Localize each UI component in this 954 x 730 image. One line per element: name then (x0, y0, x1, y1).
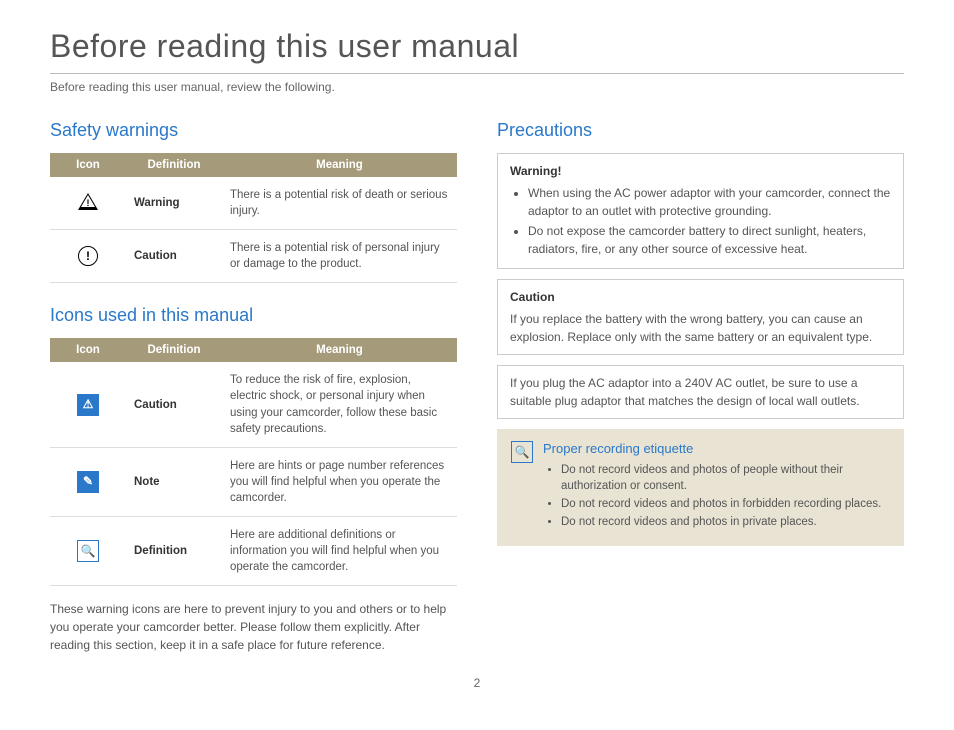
etiquette-list: Do not record videos and photos of peopl… (543, 462, 890, 530)
table-row: ⚠ Caution To reduce the risk of fire, ex… (50, 362, 457, 447)
warning-list: When using the AC power adaptor with you… (510, 184, 891, 258)
safety-heading: Safety warnings (50, 120, 457, 141)
safety-def-0: Warning (126, 177, 222, 230)
icons-meaning-0: To reduce the risk of fire, explosion, e… (222, 362, 457, 447)
icons-th-def: Definition (126, 338, 222, 362)
caution-box: Caution If you replace the battery with … (497, 279, 904, 355)
icons-def-2: Definition (126, 517, 222, 586)
icons-th-meaning: Meaning (222, 338, 457, 362)
intro-text: Before reading this user manual, review … (50, 80, 904, 94)
icons-th-icon: Icon (50, 338, 126, 362)
page: Before reading this user manual Before r… (0, 0, 954, 700)
warning-item-1: Do not expose the camcorder battery to d… (528, 222, 891, 258)
caution-blue-icon-cell: ⚠ (50, 362, 126, 447)
safety-th-meaning: Meaning (222, 153, 457, 177)
icons-table: Icon Definition Meaning ⚠ Caution To red… (50, 338, 457, 586)
note-icon-cell: ✎ (50, 447, 126, 516)
right-column: Precautions Warning! When using the AC p… (497, 120, 904, 654)
etiquette-item-2: Do not record videos and photos in priva… (561, 514, 890, 530)
note-icon: ✎ (77, 471, 99, 493)
icons-meaning-1: Here are hints or page number references… (222, 447, 457, 516)
warning-triangle-icon (77, 191, 99, 213)
safety-meaning-0: There is a potential risk of death or se… (222, 177, 457, 230)
note-box: If you plug the AC adaptor into a 240V A… (497, 365, 904, 419)
note-box-text: If you plug the AC adaptor into a 240V A… (510, 374, 891, 410)
safety-table: Icon Definition Meaning Warning There is… (50, 153, 457, 283)
icons-meaning-2: Here are additional definitions or infor… (222, 517, 457, 586)
table-row: ✎ Note Here are hints or page number ref… (50, 447, 457, 516)
safety-th-def: Definition (126, 153, 222, 177)
icons-def-1: Note (126, 447, 222, 516)
icons-def-0: Caution (126, 362, 222, 447)
table-row: ! Caution There is a potential risk of p… (50, 230, 457, 283)
left-column: Safety warnings Icon Definition Meaning … (50, 120, 457, 654)
page-number: 2 (50, 676, 904, 690)
table-row: Warning There is a potential risk of dea… (50, 177, 457, 230)
warning-item-0: When using the AC power adaptor with you… (528, 184, 891, 220)
table-row: 🔍 Definition Here are additional definit… (50, 517, 457, 586)
caution-circle-icon: ! (77, 245, 99, 267)
page-title: Before reading this user manual (50, 28, 904, 65)
warning-icon-cell (50, 177, 126, 230)
caution-box-text: If you replace the battery with the wron… (510, 310, 891, 346)
columns: Safety warnings Icon Definition Meaning … (50, 120, 904, 654)
icons-footer: These warning icons are here to prevent … (50, 600, 457, 654)
etiquette-box: 🔍 Proper recording etiquette Do not reco… (497, 429, 904, 546)
caution-box-title: Caution (510, 288, 891, 306)
caution-blue-icon: ⚠ (77, 394, 99, 416)
definition-icon: 🔍 (77, 540, 99, 562)
safety-def-1: Caution (126, 230, 222, 283)
icons-heading: Icons used in this manual (50, 305, 457, 326)
safety-th-icon: Icon (50, 153, 126, 177)
etiquette-icon: 🔍 (511, 441, 533, 463)
etiquette-item-0: Do not record videos and photos of peopl… (561, 462, 890, 494)
etiquette-item-1: Do not record videos and photos in forbi… (561, 496, 890, 512)
warning-box-title: Warning! (510, 162, 891, 180)
title-rule (50, 73, 904, 74)
safety-meaning-1: There is a potential risk of personal in… (222, 230, 457, 283)
precautions-heading: Precautions (497, 120, 904, 141)
definition-icon-cell: 🔍 (50, 517, 126, 586)
etiquette-title: Proper recording etiquette (543, 441, 890, 456)
warning-box: Warning! When using the AC power adaptor… (497, 153, 904, 269)
caution-icon-cell: ! (50, 230, 126, 283)
